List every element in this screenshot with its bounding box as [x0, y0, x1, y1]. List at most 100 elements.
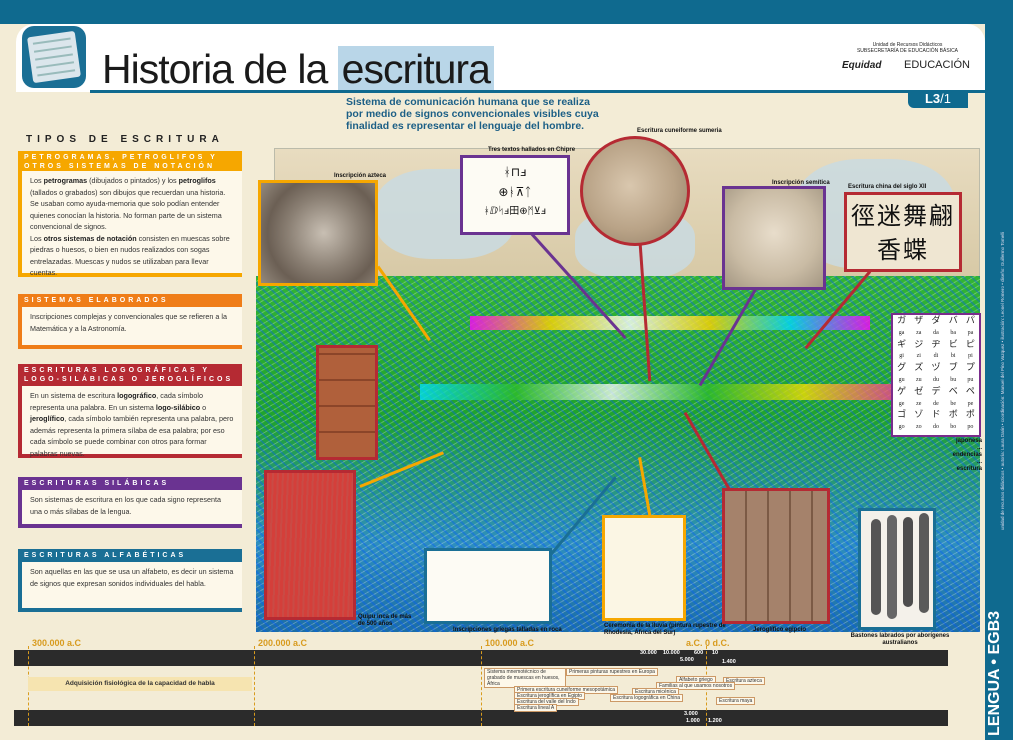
kana-cell: ダ [931, 316, 941, 326]
document-logo [22, 26, 86, 88]
azteca-calendar-image [258, 180, 378, 286]
kana-cell: ブ [948, 363, 958, 374]
griegas-inscription-image [424, 548, 552, 624]
timeline-acquisition: Adquisición fisiológica de la capacidad … [28, 677, 252, 691]
kana-cell: go [898, 424, 905, 431]
kana-cell: za [916, 329, 922, 336]
caption-quipu: Quipu inca de más de 500 años [358, 614, 412, 627]
timeline-tick: 100.000 a.C [485, 638, 535, 648]
timeline-tick: a.C. 0 d.C. [686, 638, 730, 648]
type-body-silabicas: Son sistemas de escritura en los que cad… [18, 490, 242, 528]
caption-azteca: Inscripción azteca [334, 173, 387, 179]
kana-cell: bo [950, 424, 957, 431]
type-title-logograficas: ESCRITURAS LOGOGRÁFICAS Y LOGO-SILÁBICAS… [18, 364, 242, 387]
header-rule [90, 90, 985, 93]
timeline-event: Escritura maya [716, 697, 756, 705]
kana-cell: bu [950, 376, 957, 383]
paper-icon [27, 30, 81, 84]
caption-bastones: Bastones labrados por aborígenes austral… [850, 633, 950, 646]
caption-lluvia: Ceremonia de la lluvia (pintura rupestre… [604, 623, 726, 636]
cuneiforme-tablet-image [580, 136, 690, 246]
kana-cell: ヂ [931, 339, 941, 350]
caption-semitica: Inscripción semítica [772, 180, 830, 186]
timeline-number: 5.000 [680, 657, 694, 663]
timeline-tick: 200.000 a.C [258, 638, 308, 648]
caption-japonesa: japonesa ... endencias ... escritura [952, 438, 982, 472]
kana-cell: ギ [897, 339, 907, 350]
kana-cell: ヅ [931, 363, 941, 374]
top-frame [0, 0, 1013, 24]
kana-cell: ゾ [914, 410, 924, 421]
kana-cell: ジ [914, 339, 924, 350]
types-heading: TIPOS DE ESCRITURA [26, 134, 224, 145]
chipre-inscription-image: ᚼ⊓ⅎ ⊕ᚭ⊼ᛏ ᚼⅅᛋⅎ田⊕ᛗ⊻ⅎ [460, 155, 570, 235]
ministry-header: Unidad de Recursos Didácticos SUBSECRETA… [856, 42, 959, 54]
kana-cell: ゲ [897, 386, 907, 397]
type-body-alfabeticas: Son aquellas en las que se usa un alfabe… [18, 562, 242, 612]
timeline-event: Escritura lineal A [514, 704, 558, 712]
side-credits: unidad de recursos didácticos • autoría:… [1000, 231, 1005, 530]
kana-cell: ポ [965, 410, 975, 421]
kana-cell: ゼ [914, 386, 924, 397]
semitica-inscription-image [722, 186, 826, 290]
ministerio-logo: EDUCACIÓN [904, 59, 971, 71]
caption-china: Escritura china del siglo XII [848, 184, 927, 190]
kana-cell: パ [965, 316, 975, 326]
page-subtitle: Sistema de comunicación humana que se re… [346, 96, 599, 132]
kana-cell: デ [931, 386, 941, 397]
kana-cell: ベ [948, 386, 958, 397]
kana-cell: zo [915, 424, 922, 431]
kana-cell: ザ [914, 316, 924, 326]
timeline-event: Sistema mnemotécnico de grabado de muesc… [484, 668, 566, 688]
type-body-sistemas: Inscripciones complejas y convencionales… [18, 307, 242, 349]
kana-cell: gu [898, 376, 905, 383]
type-body-logograficas: En un sistema de escritura logográfico, … [18, 386, 242, 458]
kana-cell: ゴ [897, 410, 907, 421]
lluvia-rock-painting-image [602, 515, 686, 621]
type-body-petrogramas: Los petrogramas (dibujados o pintados) y… [18, 171, 242, 277]
timeline-number: 30.000 [640, 650, 657, 656]
timeline-tick: 300.000 a.C [32, 638, 82, 648]
bastones-image [858, 508, 936, 630]
caption-cuneiforme: Escritura cuneiforme sumeria [637, 128, 722, 134]
kana-cell: ペ [965, 386, 975, 397]
kana-cell: du [932, 376, 939, 383]
kana-cell: ピ [965, 339, 975, 350]
caption-egipcio: Jeroglífico egipcio [753, 627, 807, 633]
jeroglifico-egipcio-image [722, 488, 830, 624]
kana-cell: pa [967, 329, 974, 336]
side-subject: LENGUA • EGB3 [986, 610, 1003, 736]
kana-cell: ズ [914, 363, 924, 374]
kana-cell: ビ [948, 339, 958, 350]
equidad-logo: Equidad [842, 60, 882, 71]
timeline-number: 1.200 [708, 718, 722, 724]
kana-cell: グ [897, 363, 907, 374]
timeline-event: Primeras pinturas rupestres en Europa [566, 668, 658, 676]
kana-cell: ガ [897, 316, 907, 326]
kana-cell: ボ [948, 410, 958, 421]
quipu-image [264, 470, 356, 620]
kana-cell: do [932, 424, 939, 431]
timeline-number: 1.400 [722, 659, 736, 665]
corrupted-band [420, 384, 900, 400]
kana-cell: da [933, 329, 939, 336]
timeline-number: 600 [694, 650, 704, 656]
caption-griegas: Inscripciones griegas talladas en roca [453, 627, 562, 633]
kana-cell: zu [915, 376, 922, 383]
kana-cell: ba [950, 329, 957, 336]
timeline-number: 1.000 [686, 718, 700, 724]
kana-cell: ga [898, 329, 905, 336]
kana-cell: po [967, 424, 974, 431]
timeline-number: 10.000 [663, 650, 680, 656]
kana-cell: プ [965, 363, 975, 374]
kana-cell: バ [948, 316, 958, 326]
caption-chipre: Tres textos hallados en Chipre [488, 147, 576, 153]
page-title: Historia de la escritura [102, 46, 494, 93]
japanese-kana-table: ガザダバパ ga za da ba pa ギジヂビピ gi zi di bi pi グズヅブプ gu zu d… [891, 313, 981, 437]
timeline-number: 3.000 [684, 711, 698, 717]
corrupted-band [470, 316, 870, 330]
china-writing-image: 徑迷舞翩香蝶 [844, 192, 962, 272]
kana-cell: pu [967, 376, 974, 383]
maya-glyphs-image [316, 345, 378, 460]
timeline-number: 10 [712, 650, 719, 656]
